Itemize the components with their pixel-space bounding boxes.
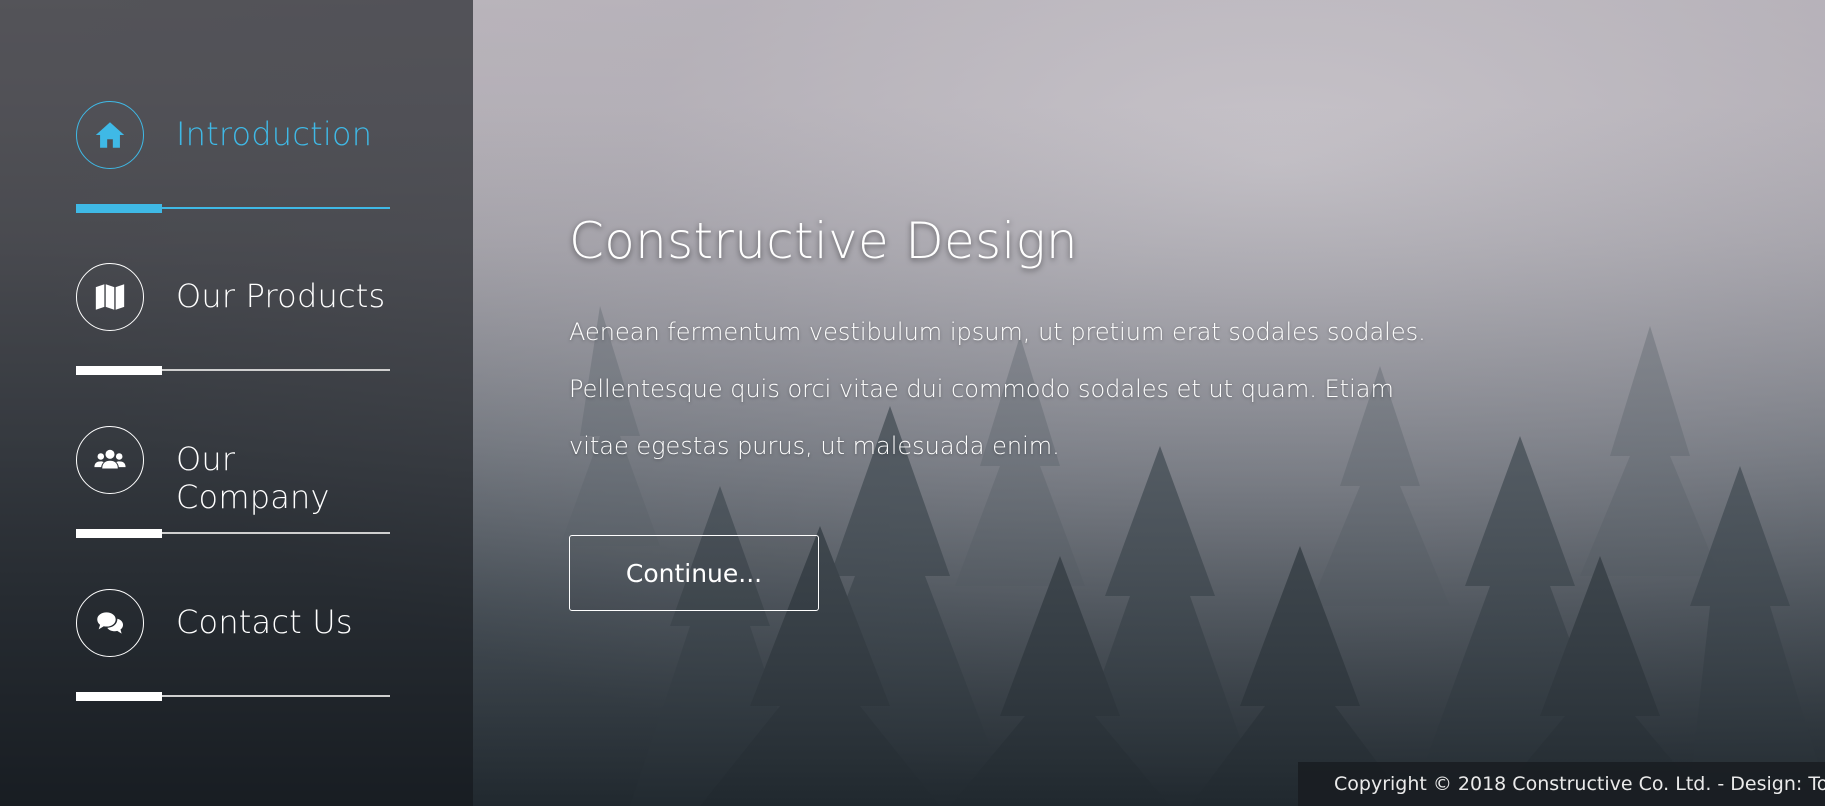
page-title: Constructive Design [569,212,1078,270]
progress-indicator [76,366,162,375]
hero-section: Constructive Design Aenean fermentum ves… [569,212,1469,611]
active-indicator [76,204,162,213]
sidebar-item-label: Our Company [176,440,330,516]
progress-indicator [76,529,162,538]
sidebar-item-label: Introduction [176,115,373,153]
sidebar-item-label: Our Products [176,277,386,315]
sidebar: Introduction Our Products Our Company Co… [0,0,473,806]
hero-description: Aenean fermentum vestibulum ipsum, ut pr… [569,318,1426,460]
sidebar-item-our-products[interactable]: Our Products [76,263,390,403]
sidebar-item-our-company[interactable]: Our Company [76,426,390,566]
home-icon [76,101,144,169]
sidebar-item-introduction[interactable]: Introduction [76,101,390,241]
sidebar-item-label: Contact Us [176,603,353,641]
sidebar-item-contact-us[interactable]: Contact Us [76,589,390,729]
progress-indicator [76,692,162,701]
continue-button[interactable]: Continue... [569,535,819,611]
comments-icon [76,589,144,657]
footer: Copyright © 2018 Constructive Co. Ltd. -… [1298,762,1825,806]
users-icon [76,426,144,494]
map-icon [76,263,144,331]
copyright-text: Copyright © 2018 Constructive Co. Ltd. -… [1334,773,1825,795]
